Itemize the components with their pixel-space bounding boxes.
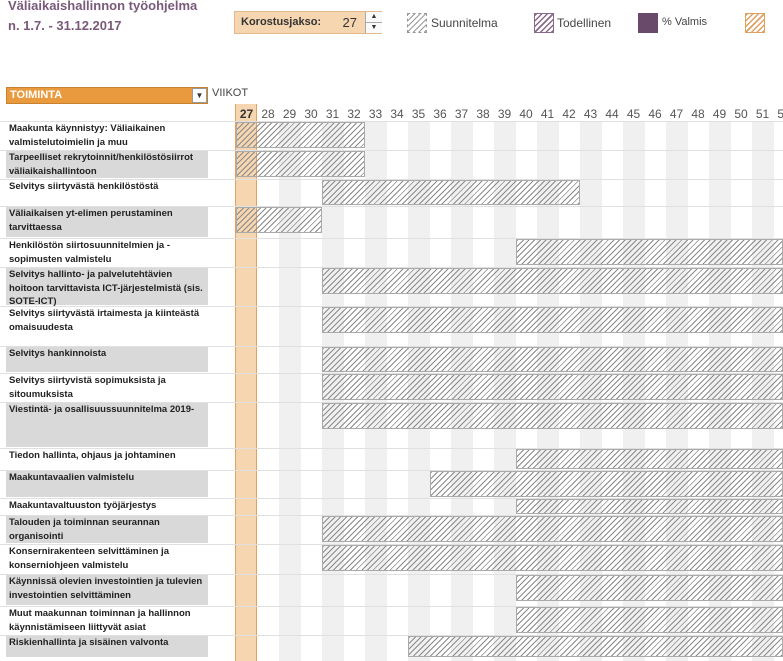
legend-label-suunnitelma: Suunnitelma (431, 16, 498, 30)
plan-bar[interactable] (322, 347, 783, 372)
legend-swatch-todellinen (534, 13, 554, 33)
task-label[interactable]: Selvitys hallinto- ja palvelutehtävien h… (9, 268, 209, 306)
week-header-41: 41 (540, 107, 555, 121)
plan-bar[interactable] (236, 151, 365, 177)
legend-swatch-korostus (745, 13, 765, 33)
task-label[interactable]: Talouden ja toiminnan seurannan organiso… (9, 516, 209, 543)
plan-bar[interactable] (515, 449, 783, 469)
week-header-47: 47 (669, 107, 684, 121)
week-header-50: 50 (734, 107, 748, 121)
plan-bar[interactable] (322, 180, 580, 205)
plan-bar[interactable] (322, 545, 783, 571)
task-label[interactable]: Selvitys siirtyvistä sopimuksista ja sit… (9, 374, 209, 401)
plan-bar[interactable] (322, 268, 783, 294)
period-control: Korostusjakso: 27 ▲ ▼ (234, 11, 382, 34)
week-header-31: 31 (325, 107, 340, 121)
page-subtitle: n. 1.7. - 31.12.2017 (8, 18, 122, 33)
week-header-38: 38 (476, 107, 490, 121)
plan-bar[interactable] (322, 403, 783, 429)
week-header-36: 36 (433, 107, 447, 121)
triangle-down-icon[interactable]: ▼ (366, 22, 382, 33)
period-label: Korostusjakso: (241, 16, 322, 28)
week-header-28: 28 (261, 107, 275, 121)
legend-label-valmis: % Valmis (662, 16, 708, 28)
dropdown-arrow-icon[interactable]: ▼ (192, 88, 207, 103)
period-stepper[interactable]: ▲ ▼ (365, 12, 382, 33)
weeks-label: VIIKOT (212, 87, 249, 99)
week-header-29: 29 (282, 107, 297, 121)
week-header-40: 40 (519, 107, 533, 121)
plan-bar[interactable] (515, 239, 783, 265)
toiminta-header-label: TOIMINTA (10, 89, 63, 101)
task-label[interactable]: Väliaikaisen yt-elimen perustaminen tarv… (9, 207, 209, 234)
task-label[interactable]: Muut maakunnan toiminnan ja hallinnon kä… (9, 607, 209, 634)
plan-bar[interactable] (408, 636, 783, 657)
plan-bar[interactable] (515, 607, 783, 633)
week-header-39: 39 (497, 107, 512, 121)
plan-bar[interactable] (322, 516, 783, 542)
week-header-48: 48 (691, 107, 705, 121)
week-header-37: 37 (454, 107, 469, 121)
triangle-up-icon[interactable]: ▲ (366, 12, 382, 22)
week-header-34: 34 (390, 107, 404, 121)
legend-swatch-suunnitelma (407, 13, 427, 33)
task-label[interactable]: Selvitys siirtyvästä henkilöstöstä (9, 180, 209, 194)
week-column-shade (279, 122, 301, 661)
week-header-44: 44 (605, 107, 619, 121)
page-title: Väliaikaishallinnon työohjelma (8, 0, 198, 13)
week-header-46: 46 (648, 107, 662, 121)
legend-swatch-valmis (638, 13, 658, 33)
week-header-52: 52 (777, 107, 783, 121)
week-header-49: 49 (712, 107, 727, 121)
week-header-45: 45 (626, 107, 641, 121)
task-label[interactable]: Tarpeelliset rekrytoinnit/henkilöstösiir… (9, 151, 209, 178)
week-header-27: 27 (239, 107, 254, 121)
week-header-35: 35 (411, 107, 426, 121)
period-value-input[interactable]: 27 (331, 15, 357, 30)
week-header-51: 51 (755, 107, 770, 121)
week-header-42: 42 (562, 107, 576, 121)
task-label[interactable]: Maakuntavaltuuston työjärjestys (9, 499, 209, 513)
toiminta-column-header: TOIMINTA ▼ (6, 87, 208, 104)
plan-bar[interactable] (236, 207, 322, 233)
plan-bar[interactable] (322, 374, 783, 400)
legend-label-todellinen: Todellinen (557, 16, 612, 30)
task-label[interactable]: Riskienhallinta ja sisäinen valvonta (9, 636, 209, 650)
plan-bar[interactable] (322, 307, 783, 333)
task-label[interactable]: Selvitys siirtyvästä irtaimesta ja kiint… (9, 307, 209, 334)
week-header-43: 43 (583, 107, 598, 121)
plan-bar[interactable] (236, 122, 365, 148)
week-header-33: 33 (368, 107, 383, 121)
week-header-32: 32 (347, 107, 361, 121)
task-label[interactable]: Konsernirakenteen selvittäminen ja konse… (9, 545, 209, 572)
week-header-30: 30 (304, 107, 318, 121)
task-label[interactable]: Tiedon hallinta, ohjaus ja johtaminen (9, 449, 209, 463)
task-label[interactable]: Henkilöstön siirtosuunnitelmien ja -sopi… (9, 239, 209, 266)
task-label[interactable]: Viestintä- ja osallisuussuunnitelma 2019… (9, 403, 209, 417)
plan-bar[interactable] (515, 575, 783, 601)
task-label[interactable]: Maakuntavaalien valmistelu (9, 471, 209, 485)
task-label[interactable]: Käynnissä olevien investointien ja tulev… (9, 575, 209, 602)
plan-bar[interactable] (515, 499, 783, 514)
plan-bar[interactable] (429, 471, 783, 497)
task-label[interactable]: Maakunta käynnistyy: Väliaikainen valmis… (9, 122, 209, 149)
highlight-week-column (235, 104, 257, 661)
task-label[interactable]: Selvitys hankinnoista (9, 347, 209, 361)
